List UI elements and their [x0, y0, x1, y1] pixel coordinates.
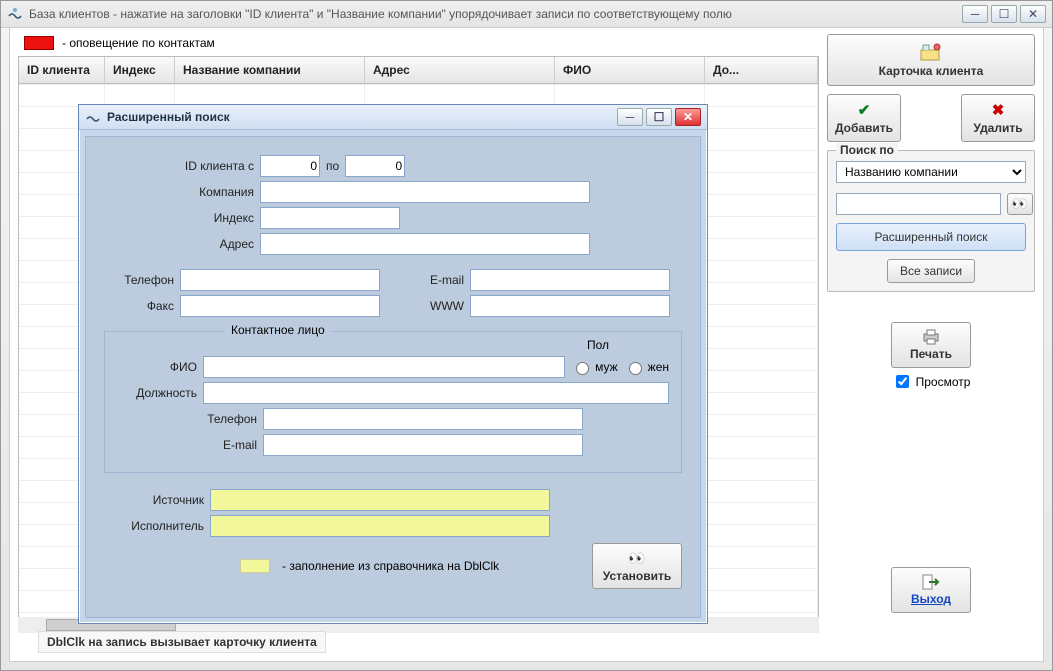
legend-text: - оповещение по контактам	[62, 36, 215, 50]
dialog-icon	[85, 109, 101, 125]
col-company[interactable]: Название компании	[175, 57, 365, 83]
titlebar: База клиентов - нажатие на заголовки "ID…	[1, 1, 1052, 28]
add-label: Добавить	[835, 121, 893, 135]
index-label: Индекс	[104, 211, 254, 225]
apply-button[interactable]: 👀 Установить	[592, 543, 682, 589]
contact-groupbox: Контактное лицо Пол ФИО муж жен Должност…	[104, 331, 682, 473]
legend: - оповещение по контактам	[18, 34, 819, 56]
www-label: WWW	[404, 299, 464, 313]
delete-label: Удалить	[973, 121, 1022, 135]
exit-icon	[922, 574, 940, 590]
col-id[interactable]: ID клиента	[19, 57, 105, 83]
check-icon: ✔	[858, 101, 871, 119]
fax-label: Факс	[104, 299, 174, 313]
source-label: Источник	[104, 493, 204, 507]
exit-button[interactable]: Выход	[891, 567, 971, 613]
preview-checkbox-row: Просмотр	[827, 372, 1035, 391]
contact-title: Контактное лицо	[225, 323, 331, 337]
close-button[interactable]: ✕	[1020, 5, 1046, 23]
add-button[interactable]: ✔ Добавить	[827, 94, 901, 142]
main-window: База клиентов - нажатие на заголовки "ID…	[0, 0, 1053, 671]
dialog-titlebar: Расширенный поиск ─ ☐ ✕	[79, 105, 707, 130]
col-address[interactable]: Адрес	[365, 57, 555, 83]
gender-male-radio[interactable]: муж	[571, 359, 618, 375]
print-button[interactable]: Печать	[891, 322, 971, 368]
fio-input[interactable]	[203, 356, 565, 378]
search-go-button[interactable]: 👀	[1007, 193, 1033, 215]
app-icon	[7, 6, 23, 22]
dblclk-hint: DblClk на запись вызывает карточку клиен…	[38, 631, 326, 653]
search-groupbox: Поиск по Названию компании 👀 Расширенный…	[827, 150, 1035, 292]
gender-label: Пол	[587, 338, 609, 352]
col-position[interactable]: До...	[705, 57, 818, 83]
cemail-input[interactable]	[263, 434, 583, 456]
binoculars-icon: 👀	[1012, 196, 1028, 212]
id-from-label: ID клиента с	[104, 159, 254, 173]
legend-swatch	[24, 36, 54, 50]
table-header: ID клиента Индекс Название компании Адре…	[19, 57, 818, 84]
company-input[interactable]	[260, 181, 590, 203]
dialog-minimize-button[interactable]: ─	[617, 108, 643, 126]
company-label: Компания	[104, 185, 254, 199]
client-card-label: Карточка клиента	[879, 64, 984, 78]
source-input[interactable]	[210, 489, 550, 511]
phone-input[interactable]	[180, 269, 380, 291]
address-label: Адрес	[104, 237, 254, 251]
address-input[interactable]	[260, 233, 590, 255]
preview-label: Просмотр	[916, 375, 971, 389]
www-input[interactable]	[470, 295, 670, 317]
fio-label: ФИО	[117, 360, 197, 374]
index-input[interactable]	[260, 207, 400, 229]
dblclk-ref-hint: - заполнение из справочника на DblClk	[282, 559, 499, 573]
content-area: - оповещение по контактам ID клиента Инд…	[9, 27, 1044, 662]
dialog-close-button[interactable]: ✕	[675, 108, 701, 126]
printer-icon	[921, 329, 941, 345]
window-title: База клиентов - нажатие на заголовки "ID…	[29, 7, 732, 21]
dialog-maximize-button[interactable]: ☐	[646, 108, 672, 126]
maximize-button[interactable]: ☐	[991, 5, 1017, 23]
search-input[interactable]	[836, 193, 1001, 215]
fax-input[interactable]	[180, 295, 380, 317]
advanced-search-button[interactable]: Расширенный поиск	[836, 223, 1026, 251]
delete-button[interactable]: ✖ Удалить	[961, 94, 1035, 142]
preview-checkbox[interactable]	[896, 375, 909, 388]
exit-label: Выход	[911, 592, 951, 606]
apply-label: Установить	[603, 569, 672, 583]
id-to-input[interactable]	[345, 155, 405, 177]
email-input[interactable]	[470, 269, 670, 291]
client-card-button[interactable]: Карточка клиента	[827, 34, 1035, 86]
col-fio[interactable]: ФИО	[555, 57, 705, 83]
minimize-button[interactable]: ─	[962, 5, 988, 23]
advanced-search-dialog: Расширенный поиск ─ ☐ ✕ ID клиента с по …	[78, 104, 708, 624]
email-label: E-mail	[404, 273, 464, 287]
cemail-label: E-mail	[117, 438, 257, 452]
x-icon: ✖	[992, 101, 1005, 119]
dialog-body: ID клиента с по Компания Индекс Адрес	[85, 136, 701, 618]
print-label: Печать	[910, 347, 952, 361]
yellow-swatch	[240, 559, 270, 573]
id-to-label: по	[326, 159, 339, 173]
all-records-button[interactable]: Все записи	[887, 259, 975, 283]
client-card-icon	[919, 42, 943, 62]
dialog-title: Расширенный поиск	[107, 110, 230, 124]
phone-label: Телефон	[104, 273, 174, 287]
gender-female-radio[interactable]: жен	[624, 359, 669, 375]
col-index[interactable]: Индекс	[105, 57, 175, 83]
all-records-label: Все записи	[900, 264, 962, 278]
performer-label: Исполнитель	[104, 519, 204, 533]
performer-input[interactable]	[210, 515, 550, 537]
id-from-input[interactable]	[260, 155, 320, 177]
binoculars-icon: 👀	[628, 550, 645, 567]
search-by-select[interactable]: Названию компании	[836, 161, 1026, 183]
cphone-input[interactable]	[263, 408, 583, 430]
position-input[interactable]	[203, 382, 669, 404]
right-panel: Карточка клиента ✔ Добавить ✖ Удалить По…	[827, 34, 1035, 653]
search-label: Поиск по	[836, 143, 898, 157]
position-label: Должность	[117, 386, 197, 400]
advanced-search-label: Расширенный поиск	[875, 230, 988, 244]
cphone-label: Телефон	[117, 412, 257, 426]
